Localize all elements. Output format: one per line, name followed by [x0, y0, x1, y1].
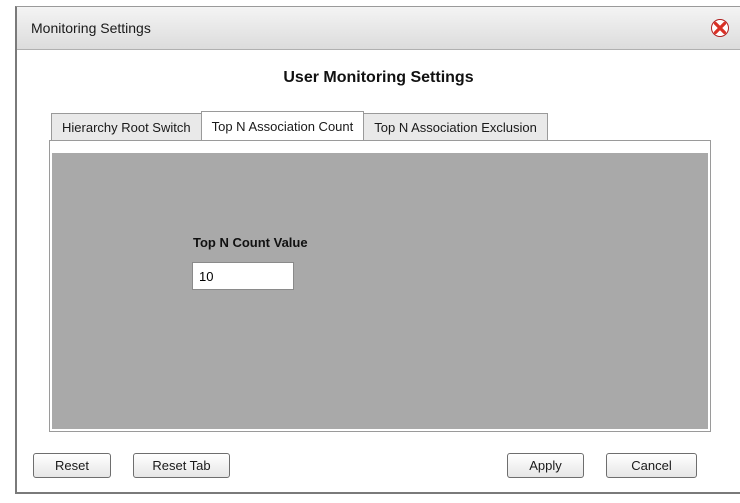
top-n-count-label: Top N Count Value: [193, 235, 308, 250]
tab-panel-content: Top N Count Value: [52, 153, 708, 429]
top-n-count-input[interactable]: [192, 262, 294, 290]
tab-hierarchy-root-switch[interactable]: Hierarchy Root Switch: [51, 113, 202, 141]
dialog-title: Monitoring Settings: [31, 20, 151, 36]
settings-heading: User Monitoring Settings: [283, 69, 474, 86]
reset-button[interactable]: Reset: [33, 453, 111, 478]
monitoring-settings-dialog: Monitoring Settings User Monitoring Sett…: [15, 6, 740, 494]
reset-tab-button[interactable]: Reset Tab: [133, 453, 230, 478]
cancel-button[interactable]: Cancel: [606, 453, 697, 478]
close-icon[interactable]: [711, 19, 729, 37]
tab-panel: Top N Count Value: [49, 140, 711, 432]
settings-tab-bar: Hierarchy Root Switch Top N Association …: [51, 111, 548, 141]
tab-top-n-association-count[interactable]: Top N Association Count: [200, 111, 365, 141]
tab-top-n-association-exclusion[interactable]: Top N Association Exclusion: [363, 113, 548, 141]
apply-button[interactable]: Apply: [507, 453, 584, 478]
dialog-titlebar[interactable]: Monitoring Settings: [17, 7, 740, 50]
